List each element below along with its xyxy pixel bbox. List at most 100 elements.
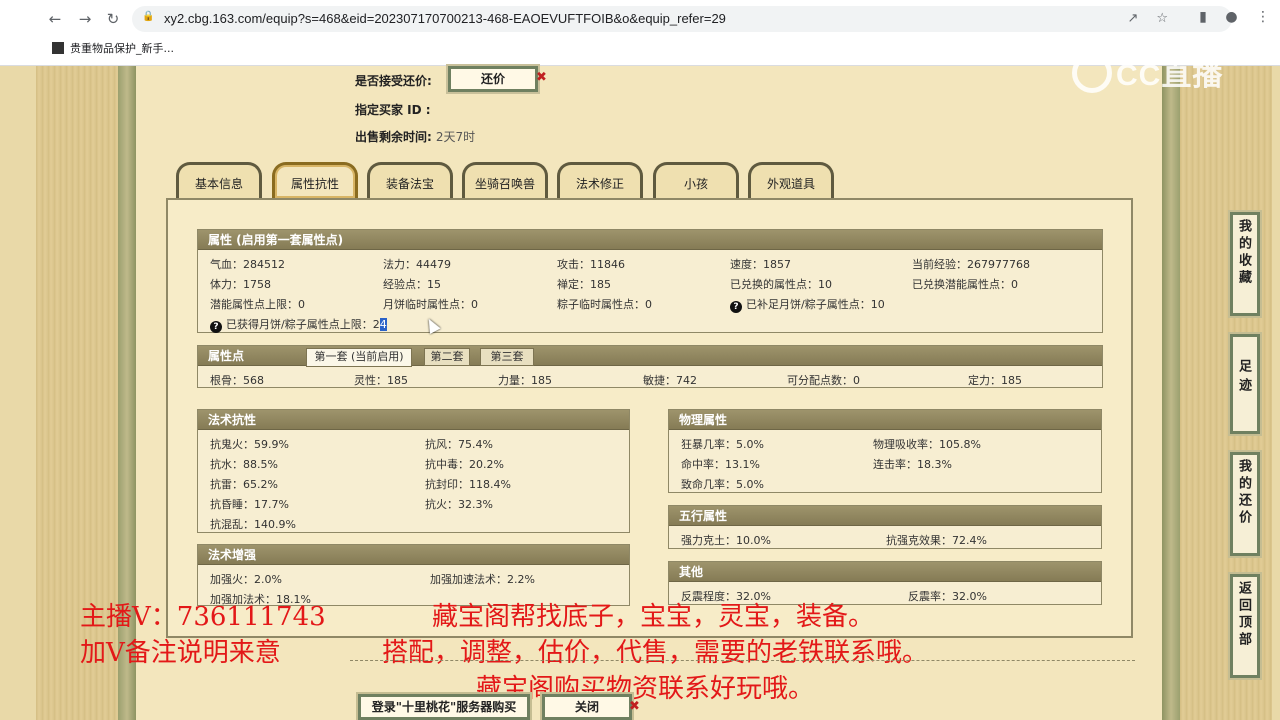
cc-ring-icon bbox=[1072, 53, 1112, 93]
my-favorites-label: 我的收藏 bbox=[1236, 219, 1251, 287]
counter-offer-button[interactable]: 还价 bbox=[448, 66, 538, 92]
tab-equipment[interactable]: 装备法宝 bbox=[367, 162, 453, 198]
remaining-time-row: 出售剩余时间: 2天7时 bbox=[355, 128, 475, 145]
counter-x-icon: ✖ bbox=[536, 70, 547, 85]
remaining-time-label: 出售剩余时间: bbox=[355, 130, 432, 144]
close-x-icon: ✖ bbox=[629, 699, 640, 714]
resist-item: 抗鬼火：59.9% bbox=[210, 438, 289, 451]
help-icon[interactable]: ? bbox=[730, 301, 742, 313]
attr-hp: 气血：284512 bbox=[210, 258, 285, 271]
attr-zongzi-temp: 粽子临时属性点：0 bbox=[557, 298, 652, 311]
accept-counter-row: 是否接受还价: bbox=[355, 72, 432, 89]
promo-note: 加V备注说明来意 bbox=[80, 638, 281, 668]
spell-resist-title: 法术抗性 bbox=[198, 410, 629, 430]
footprints-button[interactable]: 足迹 bbox=[1230, 334, 1260, 434]
physical-item: 狂暴几率：5.0% bbox=[681, 438, 764, 451]
subtab-set-2[interactable]: 第二套 bbox=[424, 348, 470, 366]
resist-item: 抗中毒：20.2% bbox=[425, 458, 504, 471]
promo-services: 藏宝阁帮找底子，宝宝，灵宝，装备。 bbox=[432, 602, 875, 632]
attr-attack: 攻击：11846 bbox=[557, 258, 625, 271]
accept-counter-label: 是否接受还价: bbox=[355, 74, 432, 88]
remaining-time-value: 2天7时 bbox=[435, 130, 476, 144]
my-counter-offers-button[interactable]: 我的还价 bbox=[1230, 452, 1260, 556]
promo-services-2: 搭配，调整，估价，代售，需要的老铁联系哦。 bbox=[382, 638, 929, 668]
physical-item: 物理吸收率：105.8% bbox=[873, 438, 981, 451]
resist-item: 抗火：32.3% bbox=[425, 498, 493, 511]
attr-gained-cap: ? 已获得月饼/粽子属性点上限：24 bbox=[210, 316, 387, 333]
physical-item: 连击率：18.3% bbox=[873, 458, 952, 471]
physical-title: 物理属性 bbox=[669, 410, 1101, 430]
tab-attributes[interactable]: 属性抗性 bbox=[272, 162, 358, 198]
tab-appearance[interactable]: 外观道具 bbox=[748, 162, 834, 198]
back-icon[interactable]: ← bbox=[44, 8, 66, 30]
lock-icon: 🔒 bbox=[142, 11, 155, 22]
other-item: 反震率：32.0% bbox=[908, 590, 987, 603]
five-elements-title: 五行属性 bbox=[669, 506, 1101, 526]
attr-mooncake-temp: 月饼临时属性点：0 bbox=[383, 298, 478, 311]
address-bar[interactable]: 🔒 xy2.cbg.163.com/equip?s=468&eid=202307… bbox=[132, 6, 1232, 32]
five-elements-item: 强力克土：10.0% bbox=[681, 534, 771, 547]
bookmark-favicon-icon bbox=[52, 42, 64, 54]
url-text[interactable]: xy2.cbg.163.com/equip?s=468&eid=20230717… bbox=[164, 11, 726, 26]
share-icon[interactable]: ↗ bbox=[1127, 11, 1138, 26]
attr-exp-points: 经验点：15 bbox=[383, 278, 441, 291]
attributes-title: 属性 (启用第一套属性点) bbox=[198, 230, 1102, 250]
attr-stamina: 体力：1758 bbox=[210, 278, 271, 291]
point-available: 可分配点数：0 bbox=[787, 374, 860, 387]
resist-item: 抗风：75.4% bbox=[425, 438, 493, 451]
back-to-top-button[interactable]: 返回顶部 bbox=[1230, 574, 1260, 678]
close-button[interactable]: 关闭 bbox=[542, 694, 632, 720]
login-server-button[interactable]: 登录"十里桃花"服务器购买 bbox=[358, 694, 530, 720]
bookmark-label: 贵重物品保护_新手... bbox=[70, 42, 174, 55]
physical-item: 致命几率：5.0% bbox=[681, 478, 764, 491]
tab-spell-correction[interactable]: 法术修正 bbox=[557, 162, 643, 198]
tab-basic-info[interactable]: 基本信息 bbox=[176, 162, 262, 198]
buyer-id-label: 指定买家 ID : bbox=[355, 103, 431, 117]
five-elements-item: 抗强克效果：72.4% bbox=[886, 534, 987, 547]
selected-text: 4 bbox=[379, 318, 387, 331]
point-magic: 灵性：185 bbox=[354, 374, 408, 387]
attr-mp: 法力：44479 bbox=[383, 258, 451, 271]
enhance-item: 加强火：2.0% bbox=[210, 573, 282, 586]
buyer-id-row: 指定买家 ID : bbox=[355, 101, 431, 118]
attr-speed: 速度：1857 bbox=[730, 258, 791, 271]
cc-live-logo: CC直播 bbox=[1072, 50, 1223, 94]
footprints-label: 足迹 bbox=[1236, 359, 1251, 397]
attr-gained-cap-label: 已获得月饼/粽子属性点上限：2 bbox=[226, 318, 380, 331]
reload-icon[interactable]: ↻ bbox=[102, 8, 124, 30]
point-endurance: 定力：185 bbox=[968, 374, 1022, 387]
resist-item: 抗封印：118.4% bbox=[425, 478, 511, 491]
point-constitution: 根骨：568 bbox=[210, 374, 264, 387]
subtab-set-3[interactable]: 第三套 bbox=[480, 348, 534, 366]
attr-exchanged-potential: 已兑换潜能属性点：0 bbox=[912, 278, 1018, 291]
my-favorites-button[interactable]: 我的收藏 bbox=[1230, 212, 1260, 316]
browser-toolbar: ← → ↻ 🔒 xy2.cbg.163.com/equip?s=468&eid=… bbox=[0, 0, 1280, 38]
spell-enhance-title: 法术增强 bbox=[198, 545, 629, 565]
tab-mounts-pets[interactable]: 坐骑召唤兽 bbox=[462, 162, 548, 198]
resist-item: 抗水：88.5% bbox=[210, 458, 278, 471]
sidepanel-icon[interactable]: ▮ bbox=[1199, 9, 1207, 25]
attr-zen: 禅定：185 bbox=[557, 278, 611, 291]
bookmark-item[interactable]: 贵重物品保护_新手... bbox=[52, 40, 174, 56]
attr-refilled-label: 已补足月饼/粽子属性点：10 bbox=[746, 298, 885, 311]
other-title: 其他 bbox=[669, 562, 1101, 582]
profile-icon[interactable]: ● bbox=[1225, 9, 1237, 25]
tab-children[interactable]: 小孩 bbox=[653, 162, 739, 198]
physical-item: 命中率：13.1% bbox=[681, 458, 760, 471]
attr-exchanged: 已兑换的属性点：10 bbox=[730, 278, 832, 291]
right-frame-pillar bbox=[1162, 66, 1180, 720]
back-to-top-label: 返回顶部 bbox=[1236, 581, 1251, 649]
menu-icon[interactable]: ⋮ bbox=[1256, 9, 1270, 25]
my-counter-offers-label: 我的还价 bbox=[1236, 459, 1251, 527]
help-icon[interactable]: ? bbox=[210, 321, 222, 333]
forward-icon[interactable]: → bbox=[74, 8, 96, 30]
promo-contact: 主播V：736111743 bbox=[80, 602, 326, 632]
points-title-label: 属性点 bbox=[208, 349, 245, 363]
divider bbox=[350, 660, 1135, 661]
subtab-set-1[interactable]: 第一套 (当前启用) bbox=[306, 348, 412, 367]
resist-item: 抗昏睡：17.7% bbox=[210, 498, 289, 511]
attr-refilled: ? 已补足月饼/粽子属性点：10 bbox=[730, 296, 885, 313]
logo-text: CC直播 bbox=[1116, 59, 1224, 92]
attr-exp: 当前经验：267977768 bbox=[912, 258, 1030, 271]
star-icon[interactable]: ☆ bbox=[1156, 11, 1168, 26]
